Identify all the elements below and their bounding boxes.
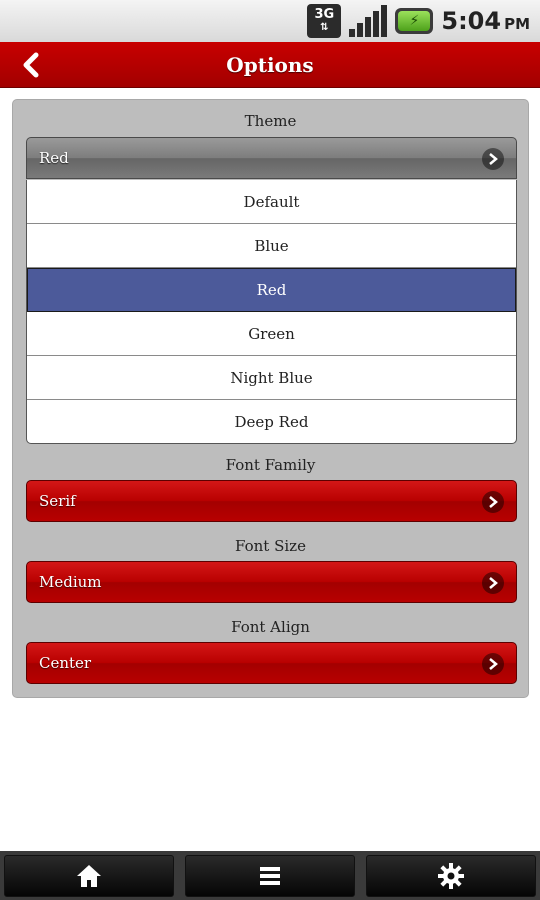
status-clock: 5:04 PM [441,7,530,35]
theme-option-blue[interactable]: Blue [27,224,516,268]
network-type-label: 3G [314,7,335,22]
title-bar: Options [0,42,540,88]
clock-ampm: PM [504,15,530,33]
font-align-label: Font Align [231,618,310,636]
chevron-right-icon [482,653,504,675]
home-button[interactable] [4,855,174,897]
font-align-select[interactable]: Center [26,642,517,684]
signal-icon [349,5,388,37]
chevron-right-icon [482,491,504,513]
status-bar: 3G ⇅ ⚡ 5:04 PM [0,0,540,42]
chevron-right-icon [482,148,504,170]
network-3g-icon: 3G ⇅ [307,4,342,38]
theme-option-deep-red[interactable]: Deep Red [27,400,516,443]
battery-charging-icon: ⚡ [395,8,434,34]
bottom-nav [0,851,540,900]
theme-option-red[interactable]: Red [27,268,516,312]
font-family-select[interactable]: Serif [26,480,517,522]
back-button[interactable] [14,50,48,80]
chevron-right-icon [482,572,504,594]
options-panel: Theme Red Default Blue Red Green Night B… [12,99,529,698]
theme-option-default[interactable]: Default [27,180,516,224]
font-size-label: Font Size [235,537,306,555]
chevron-left-icon [23,52,39,78]
font-size-select[interactable]: Medium [26,561,517,603]
theme-option-list: Default Blue Red Green Night Blue Deep R… [26,180,517,444]
menu-button[interactable] [185,855,355,897]
settings-button[interactable] [366,855,536,897]
theme-label: Theme [244,112,297,130]
menu-icon [260,867,280,885]
font-family-label: Font Family [225,456,316,474]
font-align-value: Center [39,654,92,672]
theme-select[interactable]: Red [26,137,517,179]
font-family-value: Serif [39,492,76,510]
theme-option-night-blue[interactable]: Night Blue [27,356,516,400]
settings-icon [438,863,464,889]
font-size-value: Medium [39,573,102,591]
theme-option-green[interactable]: Green [27,312,516,356]
page-title: Options [226,52,314,77]
home-icon [77,865,101,887]
theme-select-value: Red [39,149,69,167]
clock-time: 5:04 [441,7,502,35]
